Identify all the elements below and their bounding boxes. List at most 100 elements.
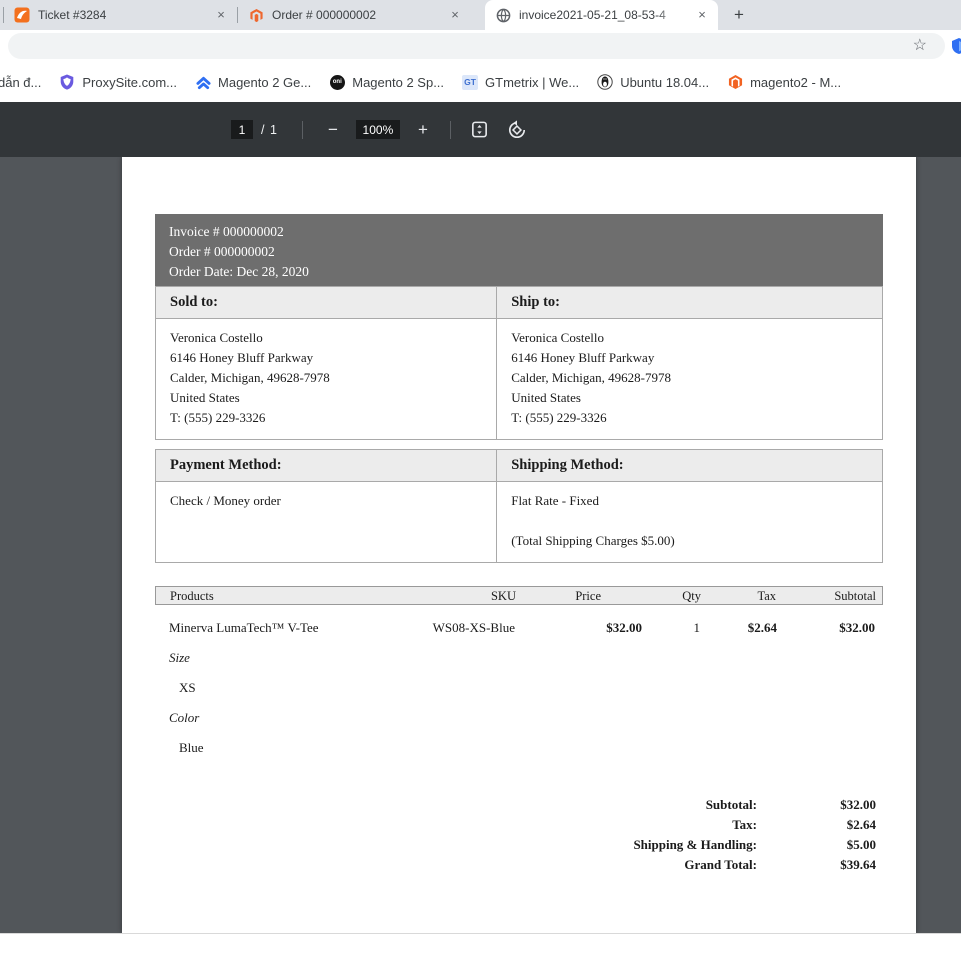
order-number: Order # 000000002 (169, 242, 883, 262)
pdf-page: Invoice # 000000002 Order # 000000002 Or… (122, 157, 916, 933)
ship-to-address: Veronica Costello 6146 Honey Bluff Parkw… (497, 319, 882, 439)
bookmark-dan[interactable]: dẫn đ... (0, 75, 50, 90)
url-input[interactable]: ☆ (8, 33, 945, 59)
bookmark-gtmetrix[interactable]: GT GTmetrix | We... (453, 74, 588, 90)
col-products: Products (156, 588, 371, 604)
product-row: Minerva LumaTech™ V-Tee WS08-XS-Blue $32… (155, 620, 883, 636)
total-row-subtotal: Subtotal: $32.00 (155, 795, 883, 815)
tab-invoice-active[interactable]: invoice2021-05-21_08-53-4 × (485, 0, 718, 30)
address-line: 6146 Honey Bluff Parkway (170, 348, 482, 368)
address-line: Veronica Costello (170, 328, 482, 348)
address-line: T: (555) 229-3326 (170, 408, 482, 428)
shipping-method-header: Shipping Method: (497, 450, 882, 482)
address-line: 6146 Honey Bluff Parkway (511, 348, 868, 368)
double-chevron-up-icon (195, 74, 211, 90)
close-icon[interactable]: × (694, 7, 710, 23)
zoom-in-button[interactable]: + (413, 120, 433, 140)
product-sku: WS08-XS-Blue (370, 620, 515, 636)
invoice-header-box: Invoice # 000000002 Order # 000000002 Or… (155, 214, 883, 286)
close-icon[interactable]: × (213, 7, 229, 23)
globe-icon (495, 7, 511, 23)
tab-title: Ticket #3284 (38, 8, 205, 22)
tab-gap (471, 0, 485, 30)
address-line: Calder, Michigan, 49628-7978 (511, 368, 868, 388)
total-row-shipping: Shipping & Handling: $5.00 (155, 835, 883, 855)
totals-block: Subtotal: $32.00 Tax: $2.64 Shipping & H… (155, 795, 883, 875)
bookmark-label: ProxySite.com... (82, 75, 177, 90)
bookmark-magento2[interactable]: magento2 - M... (718, 74, 850, 90)
shipping-charges-note: (Total Shipping Charges $5.00) (511, 531, 868, 551)
total-value: $39.64 (757, 855, 876, 875)
option-label-color: Color (155, 710, 883, 726)
bookmark-label: GTmetrix | We... (485, 75, 579, 90)
pdf-viewer-area[interactable]: Invoice # 000000002 Order # 000000002 Or… (0, 157, 961, 933)
option-value-size: XS (155, 680, 883, 696)
fit-to-page-icon[interactable] (469, 119, 491, 141)
total-label: Grand Total: (684, 855, 757, 875)
col-sku: SKU (371, 588, 516, 604)
oni-icon: oni (329, 74, 345, 90)
bookmark-ubuntu[interactable]: Ubuntu 18.04... (588, 74, 718, 90)
total-row-tax: Tax: $2.64 (155, 815, 883, 835)
col-subtotal: Subtotal (786, 588, 884, 604)
address-bar-row: ☆ (0, 30, 961, 62)
bookmark-star-icon[interactable]: ☆ (913, 38, 927, 54)
payment-shipping-table: Payment Method: Shipping Method: Check /… (155, 449, 883, 563)
magento-icon (248, 7, 264, 23)
new-tab-button[interactable]: + (726, 2, 752, 28)
product-subtotal: $32.00 (785, 620, 883, 636)
col-tax: Tax (701, 588, 786, 604)
bookmarks-bar: dẫn đ... ProxySite.com... Magento 2 Ge..… (0, 62, 961, 102)
invoice-document: Invoice # 000000002 Order # 000000002 Or… (155, 214, 883, 875)
product-tax: $2.64 (700, 620, 785, 636)
address-line: Veronica Costello (511, 328, 868, 348)
bookmark-magento-ge[interactable]: Magento 2 Ge... (186, 74, 320, 90)
close-icon[interactable]: × (447, 7, 463, 23)
total-value: $32.00 (757, 795, 876, 815)
product-price: $32.00 (515, 620, 650, 636)
option-label-size: Size (155, 650, 883, 666)
rotate-icon[interactable] (506, 119, 528, 141)
invoice-number: Invoice # 000000002 (169, 222, 883, 242)
col-qty: Qty (651, 588, 701, 604)
payment-method-header: Payment Method: (156, 450, 497, 482)
toolbar-divider (450, 121, 451, 139)
tab-ticket[interactable]: Ticket #3284 × (4, 0, 237, 30)
penguin-icon (597, 74, 613, 90)
shipping-method-cell: Flat Rate - Fixed (Total Shipping Charge… (497, 482, 882, 562)
products-table-header: Products SKU Price Qty Tax Subtotal (155, 586, 883, 605)
shipping-method-value: Flat Rate - Fixed (511, 491, 868, 511)
order-date: Order Date: Dec 28, 2020 (169, 262, 883, 282)
bookmark-magento-sp[interactable]: oni Magento 2 Sp... (320, 74, 453, 90)
sold-to-header: Sold to: (156, 287, 497, 319)
tab-title: Order # 000000002 (272, 8, 439, 22)
bookmark-label: dẫn đ... (0, 75, 41, 90)
shield-icon (59, 74, 75, 90)
pdf-toolbar: 1 / 1 − 100% + (0, 102, 961, 157)
bookmark-label: Magento 2 Sp... (352, 75, 444, 90)
address-table: Sold to: Ship to: Veronica Costello 6146… (155, 286, 883, 440)
address-line: T: (555) 229-3326 (511, 408, 868, 428)
sold-to-address: Veronica Costello 6146 Honey Bluff Parkw… (156, 319, 497, 439)
gt-icon: GT (462, 74, 478, 90)
product-name: Minerva LumaTech™ V-Tee (155, 620, 370, 636)
bookmark-label: Magento 2 Ge... (218, 75, 311, 90)
option-value-color: Blue (155, 740, 883, 756)
tab-order[interactable]: Order # 000000002 × (238, 0, 471, 30)
tab-title: invoice2021-05-21_08-53-4 (519, 8, 686, 22)
total-label: Tax: (732, 815, 757, 835)
bottom-strip (0, 933, 961, 961)
bookmark-proxysite[interactable]: ProxySite.com... (50, 74, 186, 90)
address-line: United States (511, 388, 868, 408)
toolbar-divider (302, 121, 303, 139)
bookmark-label: Ubuntu 18.04... (620, 75, 709, 90)
zoom-level-input[interactable]: 100% (356, 120, 400, 139)
page-count-label: / 1 (261, 123, 278, 137)
extension-icon[interactable] (950, 37, 961, 55)
page-number-input[interactable]: 1 (231, 120, 253, 139)
magento-diamond-icon (727, 74, 743, 90)
bookmark-label: magento2 - M... (750, 75, 841, 90)
zoom-out-button[interactable]: − (323, 120, 343, 140)
payment-method-value: Check / Money order (156, 482, 497, 562)
total-label: Subtotal: (706, 795, 757, 815)
